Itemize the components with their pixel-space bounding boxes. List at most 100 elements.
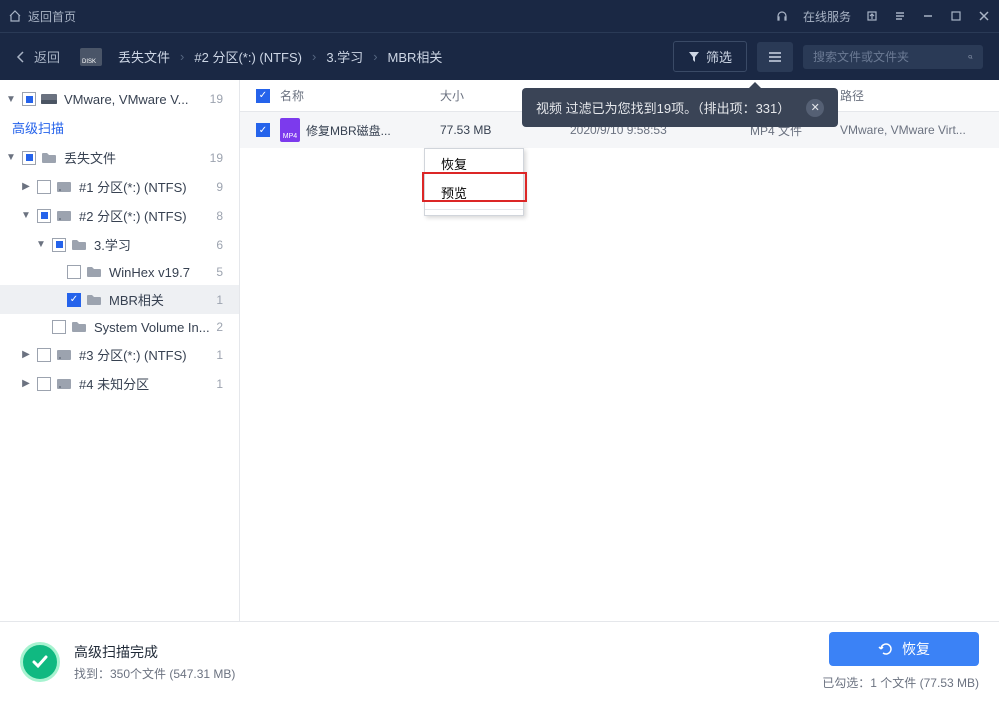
recover-icon [878, 641, 894, 657]
disk-icon [55, 179, 73, 195]
expand-icon[interactable]: ▶ [19, 378, 33, 389]
recover-label: 恢复 [902, 639, 930, 659]
tree-item[interactable]: ▼ 丢失文件 19 [0, 143, 239, 172]
disk-icon [55, 208, 73, 224]
folder-icon [85, 292, 103, 308]
advanced-scan-link[interactable]: 高级扫描 [0, 112, 239, 143]
ctx-restore[interactable]: 恢复 [425, 149, 523, 178]
tree-label: System Volume In... [94, 320, 212, 335]
breadcrumb-item[interactable]: 丢失文件 [118, 47, 170, 66]
tree-count: 8 [216, 209, 231, 223]
filter-label: 筛选 [706, 47, 732, 66]
minimize-icon[interactable] [921, 9, 935, 23]
checkbox[interactable] [52, 238, 66, 252]
chevron-right-icon: › [373, 49, 377, 64]
disk-icon [80, 48, 102, 66]
divider [425, 209, 523, 215]
disk-icon [55, 376, 73, 392]
tree-count: 9 [216, 180, 231, 194]
breadcrumb-item[interactable]: MBR相关 [388, 47, 443, 66]
tree-item[interactable]: ▼ 3.学习 6 [0, 230, 239, 259]
row-checkbox[interactable]: ✓ [256, 123, 270, 137]
list-view-button[interactable] [757, 42, 793, 72]
tree-label: VMware, VMware V... [64, 92, 206, 107]
tree-count: 6 [216, 238, 231, 252]
online-service-link[interactable]: 在线服务 [803, 8, 851, 25]
ctx-preview[interactable]: 预览 [425, 178, 523, 207]
checkbox[interactable] [22, 151, 36, 165]
checkbox[interactable] [52, 320, 66, 334]
expand-icon[interactable]: ▶ [19, 349, 33, 360]
checkbox[interactable] [22, 92, 36, 106]
checkbox[interactable] [37, 377, 51, 391]
folder-icon [70, 237, 88, 253]
recover-button[interactable]: 恢复 [829, 632, 979, 666]
collapse-icon[interactable]: ▼ [19, 210, 33, 221]
tooltip-close-icon[interactable]: ✕ [806, 99, 824, 117]
tree-count: 1 [216, 348, 231, 362]
search-box[interactable] [803, 45, 983, 69]
tree-root[interactable]: ▼ VMware, VMware V... 19 [0, 86, 239, 112]
expand-icon[interactable]: ▶ [19, 181, 33, 192]
tree-count: 1 [216, 377, 231, 391]
mp4-file-icon: MP4 [280, 118, 300, 142]
main-area: ▼ VMware, VMware V... 19 高级扫描 ▼丢失文件19▶#1… [0, 80, 999, 621]
search-icon[interactable] [968, 50, 973, 64]
tooltip-arrow [748, 82, 762, 89]
disk-icon [55, 347, 73, 363]
collapse-icon[interactable]: ▼ [4, 94, 18, 105]
tree-label: WinHex v19.7 [109, 265, 212, 280]
menu-icon[interactable] [893, 9, 907, 23]
tree-label: 3.学习 [94, 235, 212, 254]
file-name: 修复MBR磁盘... [306, 122, 391, 139]
checkbox[interactable] [37, 209, 51, 223]
tree-item[interactable]: ▶#1 分区(*:) (NTFS)9 [0, 172, 239, 201]
file-path: VMware, VMware Virt... [840, 123, 999, 137]
selected-count: 已勾选：1 个文件 (77.53 MB) [822, 674, 979, 691]
sidebar: ▼ VMware, VMware V... 19 高级扫描 ▼丢失文件19▶#1… [0, 80, 240, 621]
select-all-checkbox[interactable]: ✓ [256, 89, 270, 103]
share-icon[interactable] [865, 9, 879, 23]
back-button[interactable]: 返回 [16, 47, 60, 66]
search-input[interactable] [813, 50, 968, 64]
file-list: ✓ 名称 大小 修改日期 类型 路径 ✓ MP4 修复MBR磁盘... 77.5… [240, 80, 999, 621]
breadcrumb-item[interactable]: 3.学习 [326, 47, 363, 66]
tree-count: 1 [216, 293, 231, 307]
tree-count: 5 [216, 265, 231, 279]
tree-item[interactable]: WinHex v19.7 5 [0, 259, 239, 285]
checkbox[interactable] [67, 265, 81, 279]
breadcrumb-item[interactable]: #2 分区(*:) (NTFS) [194, 47, 302, 66]
collapse-icon[interactable]: ▼ [34, 239, 48, 250]
home-icon[interactable] [8, 9, 22, 23]
statusbar: 高级扫描完成 找到：350个文件 (547.31 MB) 恢复 已勾选：1 个文… [0, 621, 999, 701]
tree-item[interactable]: ✓ MBR相关 1 [0, 285, 239, 314]
checkbox[interactable]: ✓ [67, 293, 81, 307]
tree-count: 19 [210, 151, 231, 165]
folder-icon [40, 150, 58, 166]
status-title: 高级扫描完成 [74, 642, 822, 662]
tree-label: #2 分区(*:) (NTFS) [79, 206, 212, 225]
checkbox[interactable] [37, 180, 51, 194]
collapse-icon[interactable]: ▼ [4, 152, 18, 163]
back-home-link[interactable]: 返回首页 [28, 8, 76, 25]
tree-count: 2 [216, 320, 231, 334]
close-icon[interactable] [977, 9, 991, 23]
column-name[interactable]: 名称 [280, 87, 440, 104]
filter-button[interactable]: 筛选 [673, 41, 747, 72]
breadcrumb: 丢失文件 › #2 分区(*:) (NTFS) › 3.学习 › MBR相关 [118, 47, 673, 66]
folder-icon [70, 319, 88, 335]
tree-label: MBR相关 [109, 290, 212, 309]
maximize-icon[interactable] [949, 9, 963, 23]
checkbox[interactable] [37, 348, 51, 362]
headset-icon[interactable] [775, 9, 789, 23]
tree-item[interactable]: ▶#4 未知分区1 [0, 369, 239, 398]
tree-count: 19 [210, 92, 231, 106]
tree-item[interactable]: ▼ #2 分区(*:) (NTFS) 8 [0, 201, 239, 230]
tooltip-text: 视频 过滤已为您找到19项。（排出项：331） [536, 98, 790, 117]
tree-item[interactable]: ▶#3 分区(*:) (NTFS)1 [0, 340, 239, 369]
tree-label: 丢失文件 [64, 148, 206, 167]
toolbar: 返回 丢失文件 › #2 分区(*:) (NTFS) › 3.学习 › MBR相… [0, 32, 999, 80]
column-path[interactable]: 路径 [840, 87, 999, 104]
folder-icon [85, 264, 103, 280]
tree-item[interactable]: System Volume In... 2 [0, 314, 239, 340]
